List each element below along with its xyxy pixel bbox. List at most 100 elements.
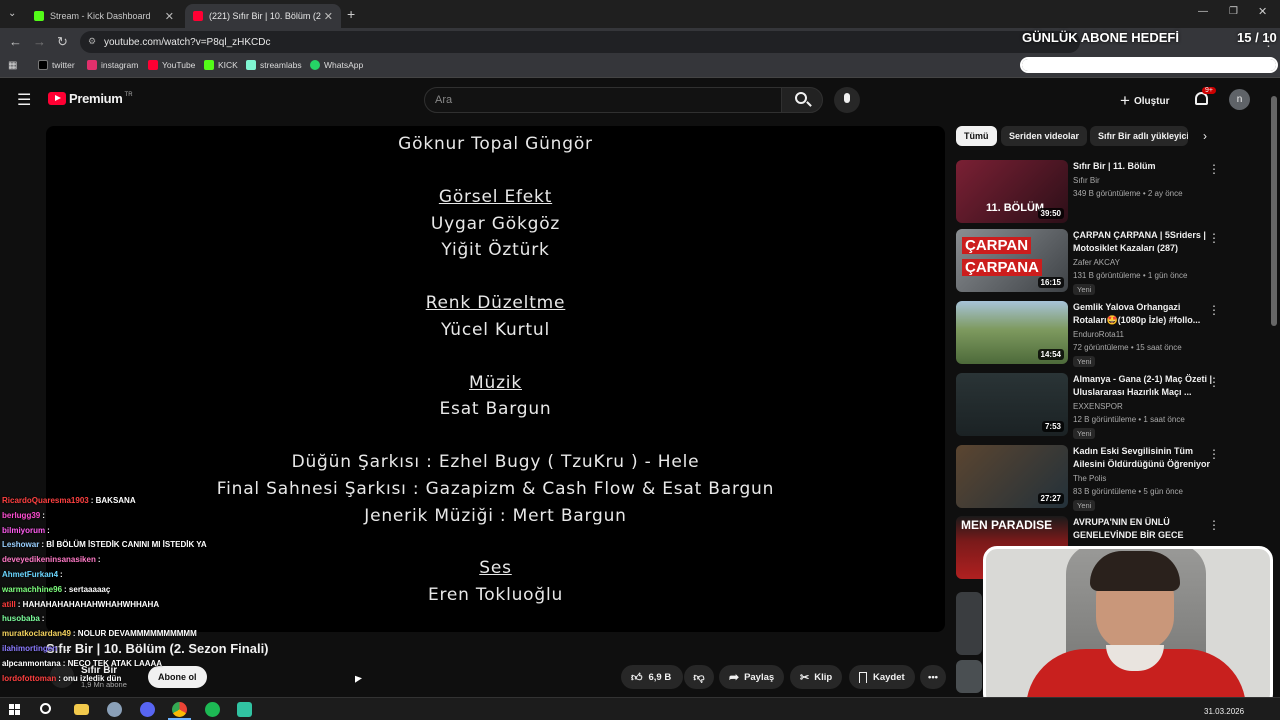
streamer-hair [1090,551,1180,591]
bookmark-instagram[interactable]: instagram [87,60,138,70]
avatar[interactable]: n [1229,89,1250,110]
video-thumbnail[interactable] [956,592,982,655]
clip-button[interactable]: ✂ Klip [790,665,843,689]
tab-kick-dashboard[interactable]: Stream - Kick Dashboard ✕ [26,4,182,28]
bookmark-whatsapp[interactable]: WhatsApp [310,60,363,70]
video-thumbnail[interactable]: 14:54 [956,301,1068,364]
recommendation-channel[interactable]: EXXENSPOR [1073,402,1123,411]
create-button[interactable]: + Oluştur [1120,91,1170,111]
video-thumbnail[interactable]: 11. BÖLÜM 39:50 [956,160,1068,223]
site-info-icon[interactable]: ⚙ [88,36,96,47]
new-tab-button[interactable]: + [347,6,355,22]
bookmark-twitter[interactable]: twitter [38,60,75,70]
windows-start-icon[interactable] [9,704,20,715]
credit-line: Esat Bargun [439,399,552,419]
recommendation-title[interactable]: AVRUPA'NIN EN ÜNLÜ GENELEVİNDE BİR GECE [1073,516,1213,542]
forward-icon[interactable]: → [33,34,46,49]
bookmark-kick[interactable]: KICK [204,60,238,70]
chip-uploader[interactable]: Sıfır Bir adlı yükleyici [1090,126,1188,146]
recommendation-item[interactable]: ÇARPAN ÇARPANA 16:15 ÇARPAN ÇARPANA | 5S… [956,229,1226,295]
tab-youtube-video[interactable]: (221) Sıfır Bir | 10. Bölüm (2. Sez ✕ [185,4,341,28]
recommendation-item[interactable]: 27:27 Kadın Eski Sevgilisinin Tüm Ailesi… [956,445,1226,511]
chrome-icon[interactable] [172,702,187,717]
close-tab-icon[interactable]: ✕ [324,10,333,23]
credit-heading: Ses [479,558,512,578]
more-actions-button[interactable]: ••• [920,665,946,689]
scissors-icon: ✂ [800,671,810,684]
recommendation-item[interactable]: 11. BÖLÜM 39:50 Sıfır Bir | 11. Bölüm Sı… [956,160,1226,224]
spotify-icon[interactable] [205,702,220,717]
more-options-icon[interactable]: ⋮ [1208,375,1220,389]
share-button[interactable]: ➦ Paylaş [719,665,785,689]
bookmark-streamlabs[interactable]: streamlabs [246,60,302,70]
apps-icon[interactable]: ▦ [8,60,17,71]
back-icon[interactable]: ← [9,34,22,49]
subscribe-button[interactable]: Abone ol [148,666,207,688]
chip-series[interactable]: Seriden videolar [1001,126,1088,146]
more-options-icon[interactable]: ⋮ [1208,231,1220,245]
search-input[interactable]: Ara [424,87,782,113]
recommendation-channel[interactable]: Sıfır Bir [1073,176,1100,185]
maximize-button[interactable]: ❐ [1229,6,1238,17]
dislike-button[interactable]: 👎︎ [684,665,714,689]
streamlabs-icon[interactable] [237,702,252,717]
video-thumbnail[interactable]: ÇARPAN ÇARPANA 16:15 [956,229,1068,292]
chevron-right-icon[interactable]: › [1203,129,1207,143]
recommendation-title[interactable]: ÇARPAN ÇARPANA | 5Sriders | Motosiklet K… [1073,229,1213,255]
duration-badge: 14:54 [1037,349,1064,360]
search-icon[interactable] [40,703,51,714]
bookmark-youtube[interactable]: YouTube [148,60,195,70]
close-window-button[interactable]: ✕ [1258,5,1267,18]
more-options-icon[interactable]: ⋮ [1208,447,1220,461]
sub-goal-fill [1022,59,1276,71]
hamburger-menu-icon[interactable]: ☰ [17,90,31,110]
reload-icon[interactable]: ↻ [57,34,68,50]
recommendation-title[interactable]: Gemlik Yalova Orhangazi Rotaları🤩(1080p … [1073,301,1213,327]
minimize-button[interactable]: — [1198,6,1208,17]
youtube-logo[interactable]: Premium TR [48,91,133,106]
discord-icon[interactable] [140,702,155,717]
url-field[interactable]: ⚙ youtube.com/watch?v=P8ql_zHKCDc [80,31,1080,53]
recommendation-meta: 131 B görüntüleme • 1 gün önce [1073,271,1188,280]
chat-message: bilmiyorum: [2,526,50,535]
notifications-button[interactable]: 9+ [1193,87,1216,108]
chat-message: AhmetFurkan4: [2,570,63,579]
more-options-icon[interactable]: ⋮ [1208,518,1220,532]
app-icon[interactable] [107,702,122,717]
recommendation-title[interactable]: Sıfır Bir | 11. Bölüm [1073,160,1213,173]
recommendation-title[interactable]: Kadın Eski Sevgilisinin Tüm Ailesini Öld… [1073,445,1213,471]
streamlabs-icon [246,60,256,70]
search-button[interactable] [781,87,823,113]
like-button[interactable]: 👍︎ 6,9 B [621,665,683,689]
new-badge: Yeni [1073,428,1096,439]
microphone-icon [844,93,850,103]
sub-goal-count: 15 / 10 [1237,30,1277,45]
recommendation-item[interactable]: 14:54 Gemlik Yalova Orhangazi Rotaları🤩(… [956,301,1226,367]
voice-search-button[interactable] [834,87,860,113]
video-thumbnail[interactable]: 7:53 [956,373,1068,436]
chat-username: husobaba [2,614,40,624]
video-thumbnail[interactable] [956,660,982,693]
recommendation-channel[interactable]: EnduroRota11 [1073,330,1124,339]
whatsapp-icon [310,60,320,70]
video-player[interactable]: Göknur Topal Güngör Görsel Efekt Uygar G… [46,126,945,632]
chat-text: : NOLUR DEVAMMMMMMMMMM [72,629,197,639]
more-options-icon[interactable]: ⋮ [1208,303,1220,317]
video-thumbnail[interactable]: 27:27 [956,445,1068,508]
scrollbar[interactable] [1271,96,1277,326]
sub-goal-progress [1020,57,1278,73]
chat-message: RicardoQuaresma1903: BAKSANA [2,496,136,505]
chip-all[interactable]: Tümü [956,126,997,146]
recommendation-channel[interactable]: Zafer AKCAY [1073,258,1120,267]
recommendation-channel[interactable]: The Polis [1073,474,1106,483]
recommendation-title[interactable]: Almanya - Gana (2-1) Maç Özeti | Uluslar… [1073,373,1213,399]
recommendation-item[interactable]: 7:53 Almanya - Gana (2-1) Maç Özeti | Ul… [956,373,1226,439]
chat-text: : sertaaaaaç [64,584,111,594]
file-explorer-icon[interactable] [74,704,89,715]
chat-username: atill [2,599,16,609]
chat-message: atill: HAHAHAHAHAHAHWHAHWHHAHA [2,600,159,609]
close-tab-icon[interactable]: ✕ [165,10,174,23]
save-button[interactable]: Kaydet [849,665,915,689]
tab-search-icon[interactable]: ⌄ [8,8,16,19]
more-options-icon[interactable]: ⋮ [1208,162,1220,176]
